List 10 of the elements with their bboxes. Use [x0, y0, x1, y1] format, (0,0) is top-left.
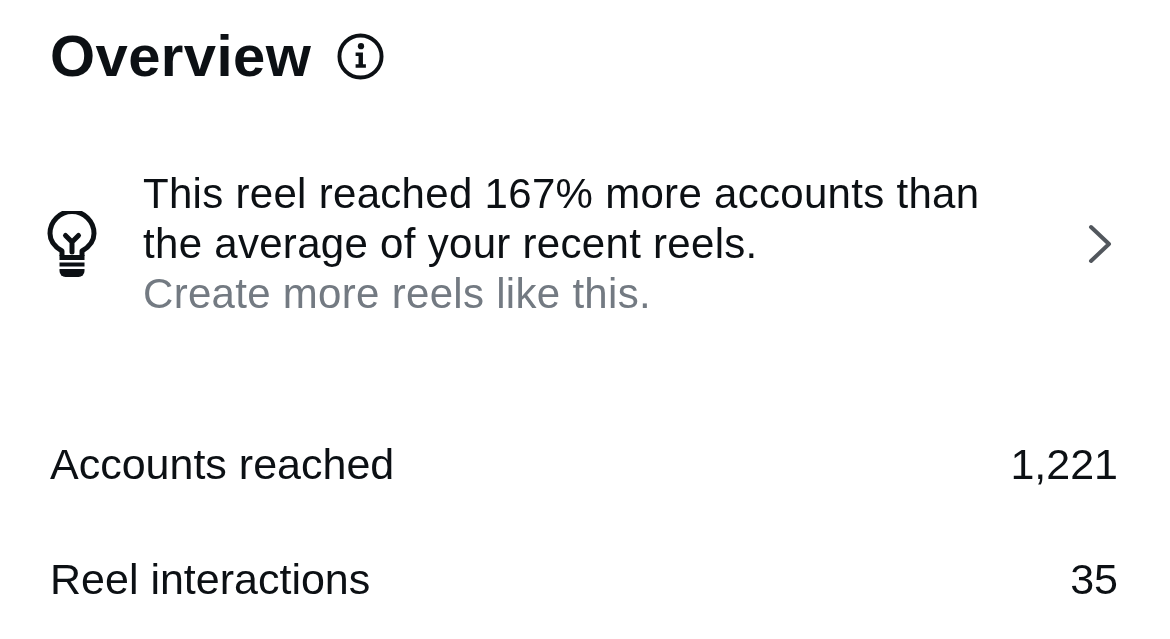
create-reels-link[interactable]: Create more reels like this. — [143, 269, 651, 319]
metric-value: 35 — [1070, 554, 1118, 604]
overview-title: Overview — [50, 27, 312, 85]
insight-text: This reel reached 167% more accounts than the average of your recent reels. — [143, 169, 981, 269]
metric-label: Accounts reached — [50, 439, 395, 489]
metric-value: 1,221 — [1010, 439, 1118, 489]
metric-label: Reel interactions — [50, 554, 371, 604]
lightbulb-icon — [47, 211, 97, 277]
info-icon[interactable] — [337, 32, 385, 80]
chevron-right-icon[interactable] — [1088, 224, 1112, 264]
